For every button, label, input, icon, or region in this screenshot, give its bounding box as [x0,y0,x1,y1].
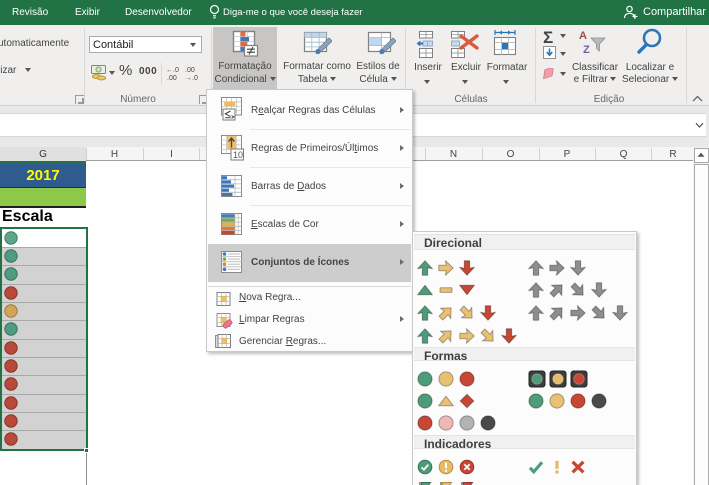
svg-text:.00: .00 [167,75,177,81]
svg-text:A: A [579,30,587,42]
svg-text:←.0: ←.0 [166,67,179,74]
svg-text:.00: .00 [185,67,195,74]
svg-text:10: 10 [233,150,243,160]
svg-text:Z: Z [583,44,590,56]
svg-text:→.0: →.0 [185,75,198,81]
